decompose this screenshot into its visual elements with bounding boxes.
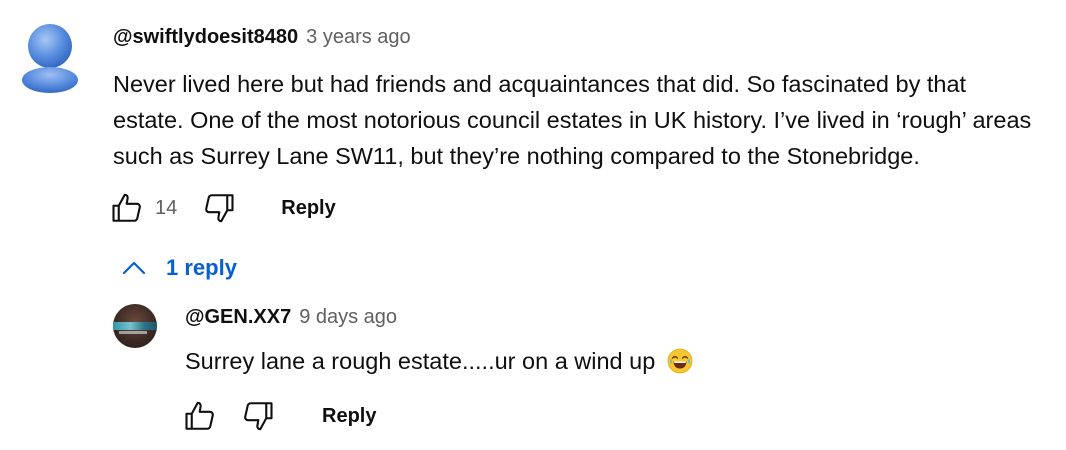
reply-timestamp[interactable]: 9 days ago	[299, 306, 397, 329]
reply-text-row: Surrey lane a rough estate.....ur on a w…	[185, 343, 693, 379]
comment-timestamp[interactable]: 3 years ago	[306, 26, 411, 49]
default-avatar-icon	[22, 24, 78, 93]
reply-reply-button[interactable]: Reply	[322, 405, 376, 428]
reply-like-button[interactable]	[182, 398, 218, 434]
chevron-up-icon	[122, 261, 146, 275]
reply-author[interactable]: @GEN.XX7	[185, 306, 291, 329]
reply-avatar[interactable]	[113, 304, 157, 348]
thumbs-down-icon	[244, 402, 273, 431]
replies-count-label: 1 reply	[166, 255, 237, 280]
laughing-emoji-icon	[667, 348, 693, 374]
thumbs-down-icon	[205, 194, 234, 223]
comment-actions: 14 Reply	[109, 190, 336, 226]
like-count: 14	[155, 196, 178, 219]
reply-text: Surrey lane a rough estate.....ur on a w…	[185, 348, 656, 374]
thumbs-up-icon	[185, 401, 214, 430]
comment-header: @swiftlydoesit8480 3 years ago	[113, 26, 411, 49]
like-button[interactable]	[109, 190, 145, 226]
replies-toggle[interactable]: 1 reply	[120, 255, 237, 281]
avatar[interactable]	[20, 22, 80, 94]
comment-text: Never lived here but had friends and acq…	[113, 71, 1032, 169]
comment-author[interactable]: @swiftlydoesit8480	[113, 26, 298, 49]
reply-dislike-button[interactable]	[240, 398, 276, 434]
comment-thread: @swiftlydoesit8480 3 years ago Never liv…	[0, 0, 1066, 450]
reply-header: @GEN.XX7 9 days ago	[185, 306, 397, 329]
thumbs-up-icon	[112, 193, 141, 222]
reply-button[interactable]: Reply	[281, 197, 335, 220]
dislike-button[interactable]	[201, 190, 237, 226]
reply-actions: Reply	[182, 398, 376, 434]
